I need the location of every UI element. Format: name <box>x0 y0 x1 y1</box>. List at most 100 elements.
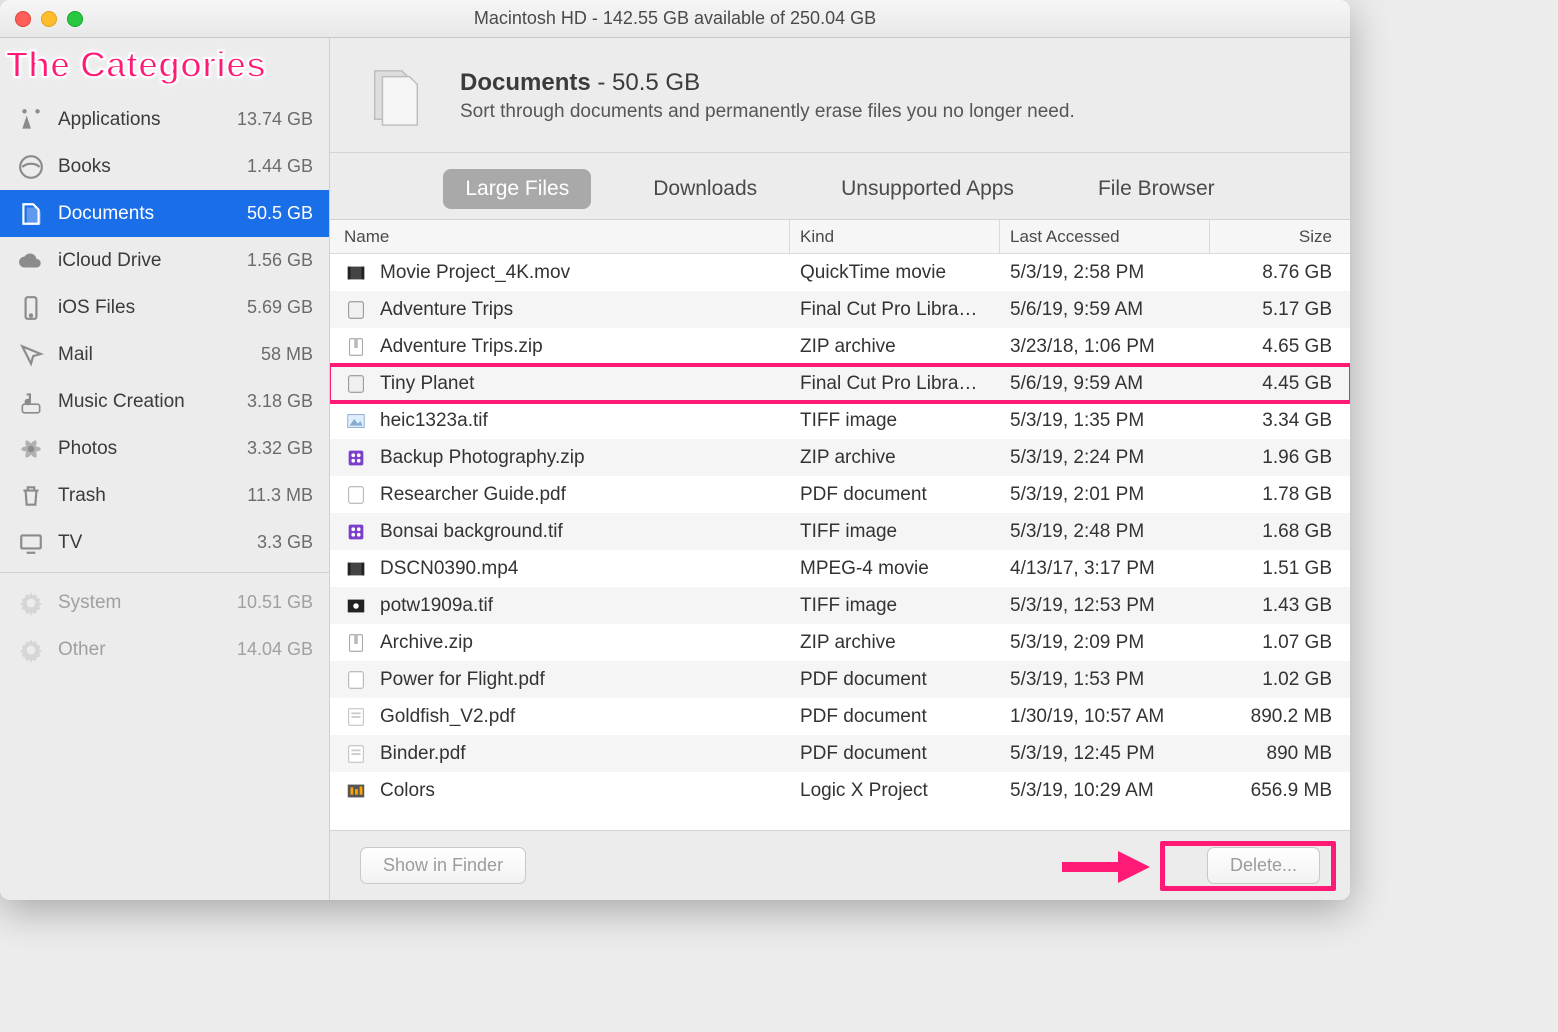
sidebar-item-label: Mail <box>58 344 261 366</box>
table-row[interactable]: Tiny PlanetFinal Cut Pro Libra…5/6/19, 9… <box>330 365 1350 402</box>
file-kind: PDF document <box>790 735 1000 772</box>
photos-icon <box>16 434 46 464</box>
sidebar-item-size: 3.3 GB <box>257 532 313 553</box>
sidebar-item-mail[interactable]: Mail58 MB <box>0 331 329 378</box>
col-header-kind[interactable]: Kind <box>790 220 1000 253</box>
col-header-name[interactable]: Name <box>330 220 790 253</box>
file-name: Adventure Trips.zip <box>380 336 543 358</box>
file-kind: ZIP archive <box>790 439 1000 476</box>
sidebar-divider <box>0 572 329 573</box>
table-row[interactable]: DSCN0390.mp4MPEG-4 movie4/13/17, 3:17 PM… <box>330 550 1350 587</box>
music-icon <box>16 387 46 417</box>
header-subtitle: Sort through documents and permanently e… <box>460 101 1075 123</box>
sidebar: The Categories Applications13.74 GBBooks… <box>0 38 330 900</box>
table-row[interactable]: Bonsai background.tifTIFF image5/3/19, 2… <box>330 513 1350 550</box>
file-size: 1.96 GB <box>1210 439 1350 476</box>
table-row[interactable]: Adventure TripsFinal Cut Pro Libra…5/6/1… <box>330 291 1350 328</box>
file-date: 4/13/17, 3:17 PM <box>1000 550 1210 587</box>
window-title: Macintosh HD - 142.55 GB available of 25… <box>0 8 1350 29</box>
table-body[interactable]: Movie Project_4K.mov QuickTime movie 5/3/1… <box>330 254 1350 830</box>
sidebar-item-applications[interactable]: Applications13.74 GB <box>0 96 329 143</box>
file-size: 4.65 GB <box>1210 328 1350 365</box>
file-date: 5/3/19, 1:53 PM <box>1000 661 1210 698</box>
table-row[interactable]: potw1909a.tifTIFF image5/3/19, 12:53 PM1… <box>330 587 1350 624</box>
titlebar[interactable]: Macintosh HD - 142.55 GB available of 25… <box>0 0 1350 38</box>
sidebar-item-books[interactable]: Books1.44 GB <box>0 143 329 190</box>
tab-unsupported-apps[interactable]: Unsupported Apps <box>819 169 1036 209</box>
table-row[interactable]: Goldfish_V2.pdfPDF document1/30/19, 10:5… <box>330 698 1350 735</box>
sidebar-item-trash[interactable]: Trash11.3 MB <box>0 472 329 519</box>
file-size: 4.45 GB <box>1210 365 1350 402</box>
file-size: 890.2 MB <box>1210 698 1350 735</box>
tab-large-files[interactable]: Large Files <box>443 169 591 209</box>
file-date: 5/3/19, 2:24 PM <box>1000 439 1210 476</box>
file-name: Movie Project_4K.mov <box>380 262 570 284</box>
table-row[interactable]: heic1323a.tifTIFF image5/3/19, 1:35 PM3.… <box>330 402 1350 439</box>
sidebar-item-icloud-drive[interactable]: iCloud Drive1.56 GB <box>0 237 329 284</box>
file-size: 890 MB <box>1210 735 1350 772</box>
sidebar-item-size: 58 MB <box>261 344 313 365</box>
table-row[interactable]: Power for Flight.pdfPDF document5/3/19, … <box>330 661 1350 698</box>
sidebar-item-music-creation[interactable]: Music Creation3.18 GB <box>0 378 329 425</box>
sidebar-item-ios-files[interactable]: iOS Files5.69 GB <box>0 284 329 331</box>
file-kind: PDF document <box>790 698 1000 735</box>
file-kind: MPEG-4 movie <box>790 550 1000 587</box>
tab-downloads[interactable]: Downloads <box>631 169 779 209</box>
file-date: 1/30/19, 10:57 AM <box>1000 698 1210 735</box>
file-size: 5.17 GB <box>1210 291 1350 328</box>
file-size: 1.68 GB <box>1210 513 1350 550</box>
file-icon <box>344 742 368 766</box>
sidebar-item-size: 1.44 GB <box>247 156 313 177</box>
file-name: Colors <box>380 780 435 802</box>
file-name: potw1909a.tif <box>380 595 493 617</box>
sidebar-item-size: 11.3 MB <box>247 485 313 506</box>
file-name: Tiny Planet <box>380 373 474 395</box>
file-date: 5/3/19, 2:09 PM <box>1000 624 1210 661</box>
file-name: Binder.pdf <box>380 743 466 765</box>
file-icon <box>344 594 368 618</box>
table-row[interactable]: Backup Photography.zip ZIP archive5/3/19,… <box>330 439 1350 476</box>
annotation-arrow-icon <box>1060 849 1150 885</box>
table-row[interactable]: Binder.pdf PDF document5/3/19, 12:45 PM89… <box>330 735 1350 772</box>
tab-file-browser[interactable]: File Browser <box>1076 169 1237 209</box>
sidebar-item-size: 10.51 GB <box>237 592 313 613</box>
sidebar-item-label: iOS Files <box>58 297 247 319</box>
header-title-rest: - 50.5 GB <box>591 69 700 96</box>
sidebar-item-photos[interactable]: Photos3.32 GB <box>0 425 329 472</box>
sidebar-item-label: Trash <box>58 485 247 507</box>
sidebar-item-documents[interactable]: Documents50.5 GB <box>0 190 329 237</box>
sidebar-item-size: 3.32 GB <box>247 438 313 459</box>
header-title: Documents - 50.5 GB <box>460 69 1075 97</box>
col-header-date[interactable]: Last Accessed <box>1000 220 1210 253</box>
sidebar-item-label: Other <box>58 639 237 661</box>
file-icon <box>344 335 368 359</box>
gear-icon <box>16 635 46 665</box>
file-icon <box>344 557 368 581</box>
file-icon <box>344 261 368 285</box>
table-row[interactable]: ColorsLogic X Project5/3/19, 10:29 AM656… <box>330 772 1350 809</box>
file-size: 1.78 GB <box>1210 476 1350 513</box>
file-date: 5/3/19, 1:35 PM <box>1000 402 1210 439</box>
tabs-row: Large Files Downloads Unsupported Apps File… <box>330 153 1350 220</box>
file-kind: PDF document <box>790 661 1000 698</box>
file-kind: QuickTime movie <box>790 254 1000 291</box>
sidebar-item-tv[interactable]: TV3.3 GB <box>0 519 329 566</box>
table-row[interactable]: Researcher Guide.pdfPDF document5/3/19, … <box>330 476 1350 513</box>
sidebar-item-label: Photos <box>58 438 247 460</box>
file-icon <box>344 668 368 692</box>
table-row[interactable]: Archive.zipZIP archive5/3/19, 2:09 PM1.0… <box>330 624 1350 661</box>
table-row[interactable]: Movie Project_4K.movQuickTime movie5/3/1… <box>330 254 1350 291</box>
file-name: Backup Photography.zip <box>380 447 585 469</box>
file-icon <box>344 372 368 396</box>
sidebar-item-label: Documents <box>58 203 247 225</box>
mail-icon <box>16 340 46 370</box>
phone-icon <box>16 293 46 323</box>
table-row[interactable]: Adventure Trips.zipZIP archive3/23/18, 1… <box>330 328 1350 365</box>
show-in-finder-button[interactable]: Show in Finder <box>360 847 526 884</box>
file-date: 5/6/19, 9:59 AM <box>1000 365 1210 402</box>
file-date: 5/3/19, 12:45 PM <box>1000 735 1210 772</box>
file-name: Researcher Guide.pdf <box>380 484 566 506</box>
col-header-size[interactable]: Size <box>1210 220 1350 253</box>
main-panel: Documents - 50.5 GB Sort through documen… <box>330 38 1350 900</box>
delete-button[interactable]: Delete... <box>1207 847 1320 884</box>
